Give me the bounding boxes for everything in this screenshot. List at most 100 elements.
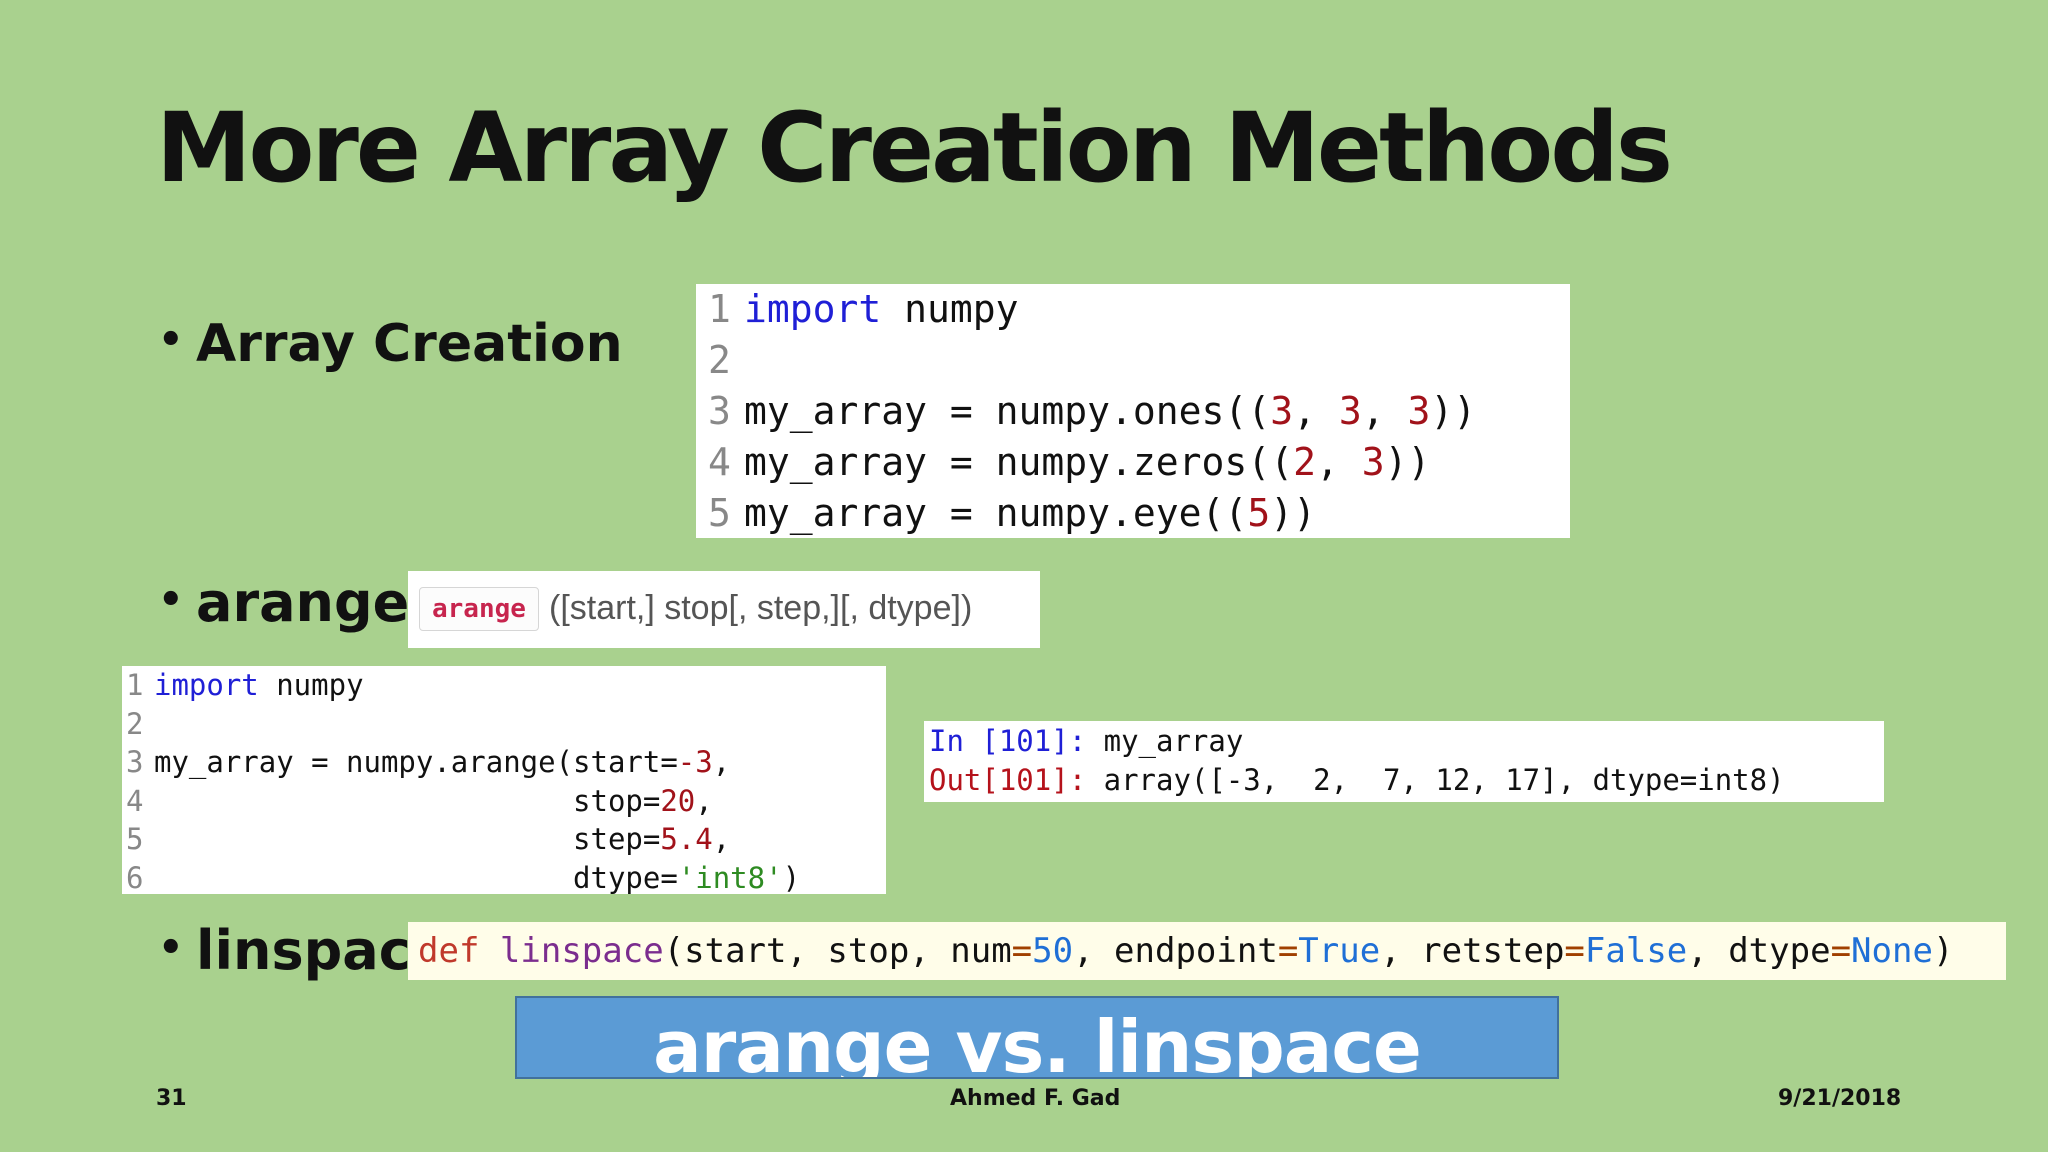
- code-token: =: [1564, 931, 1585, 971]
- bullet-dot: •: [158, 317, 184, 363]
- line-number: 2: [126, 706, 144, 741]
- code-token: my_array = numpy.zeros((: [744, 440, 1294, 484]
- code-line: In [101]: my_array: [924, 722, 1884, 761]
- code-token: 'int8': [677, 860, 783, 895]
- code-line: 4 my_array = numpy.zeros((2, 3)): [696, 437, 1570, 488]
- code-token: numpy: [258, 668, 364, 702]
- slide-number: 31: [156, 1086, 187, 1111]
- code-token: 3: [1361, 440, 1385, 484]
- code-line: 5 my_array = numpy.eye((5)): [696, 488, 1570, 539]
- footer-author: Ahmed F. Gad: [950, 1086, 1121, 1111]
- code-token: my_array: [1103, 724, 1244, 758]
- code-token: ): [1932, 931, 1954, 971]
- banner-text: arange vs. linspace: [653, 1005, 1422, 1079]
- code-token: )): [1270, 491, 1316, 535]
- code-block-array-creation: 1 import numpy 2 3 my_array = numpy.ones((3,…: [696, 284, 1570, 538]
- bullet-dot: •: [158, 925, 184, 971]
- bullet-label: arange: [196, 571, 410, 634]
- line-number: 2: [708, 338, 731, 382]
- code-line: 3 my_array = numpy.arange(start=-3,: [122, 743, 886, 782]
- code-token: False: [1584, 931, 1688, 971]
- line-number: 1: [126, 668, 144, 702]
- code-token: my_array = numpy.ones((: [744, 389, 1271, 433]
- arange-params: ([start,] stop[, step,][, dtype]): [549, 589, 973, 627]
- code-token: =: [1277, 931, 1299, 971]
- code-token: ,: [712, 822, 731, 856]
- code-line: 5 step=5.4,: [122, 820, 886, 859]
- code-token: , retstep: [1380, 931, 1565, 971]
- code-token: 5.4: [660, 822, 713, 856]
- line-number: 3: [708, 389, 731, 433]
- code-token: my_array = numpy.eye((: [744, 491, 1248, 535]
- arange-signature: arange ([start,] stop[, step,][, dtype]): [408, 571, 1040, 648]
- code-line: 6 dtype='int8'): [122, 859, 886, 898]
- code-token: -3: [677, 745, 713, 779]
- code-token: 2: [1293, 440, 1316, 484]
- code-token: ,: [1361, 389, 1408, 433]
- code-token: linspace: [499, 931, 664, 971]
- arange-function-name: arange: [419, 587, 539, 631]
- code-token: dtype=: [154, 860, 678, 895]
- code-token: numpy: [881, 287, 1019, 331]
- code-token: None: [1851, 931, 1933, 971]
- code-token: 20: [660, 783, 696, 818]
- code-token: ): [782, 860, 801, 895]
- code-token: def: [418, 931, 480, 971]
- comparison-banner: arange vs. linspace: [515, 996, 1559, 1079]
- code-token: step=: [154, 822, 661, 856]
- slide-title: More Array Creation Methods: [156, 92, 1673, 204]
- console-output: In [101]: my_array Out[101]: array([-3, 2…: [924, 721, 1884, 802]
- code-token: True: [1298, 931, 1381, 971]
- code-token: 3: [1407, 389, 1431, 433]
- line-number: 5: [708, 491, 731, 535]
- code-token: )): [1430, 389, 1477, 433]
- code-token: 3: [1270, 389, 1294, 433]
- bullet-arange: • arange: [158, 576, 409, 630]
- code-token: my_array = numpy.arange(start=: [154, 745, 678, 779]
- code-token: ,: [712, 745, 731, 779]
- code-line: 1 import numpy: [696, 284, 1570, 335]
- line-number: 5: [126, 822, 144, 856]
- code-line: 1 import numpy: [122, 666, 886, 705]
- code-line: Out[101]: array([-3, 2, 7, 12, 17], dtyp…: [924, 761, 1884, 800]
- code-token: (start, stop, num: [663, 931, 1012, 971]
- code-block-arange: 1 import numpy 2 3 my_array = numpy.arange(s…: [122, 666, 886, 895]
- linspace-signature: def linspace(start, stop, num=50, endpoi…: [408, 922, 2006, 980]
- code-token: array([-3, 2, 7, 12, 17], dtype=int8): [1103, 763, 1785, 797]
- code-token: Out[: [929, 763, 999, 797]
- code-line: 4 stop=20,: [122, 782, 886, 821]
- code-token: 50: [1032, 931, 1074, 971]
- code-line: 2: [122, 705, 886, 744]
- code-token: 3: [1338, 389, 1362, 433]
- code-token: ,: [1293, 389, 1339, 433]
- code-token: )): [1384, 440, 1431, 484]
- line-number: 1: [708, 287, 731, 331]
- code-token: ,: [1315, 440, 1362, 484]
- code-token: , endpoint: [1073, 931, 1278, 971]
- code-token: ,: [695, 783, 713, 818]
- line-number: 4: [126, 783, 144, 818]
- bullet-dot: •: [158, 577, 184, 623]
- code-token: 101: [998, 724, 1052, 758]
- code-token: 101: [998, 763, 1052, 797]
- bullet-label: Array Creation: [196, 314, 623, 374]
- code-token: , dtype: [1687, 931, 1831, 971]
- code-token: import: [154, 668, 259, 702]
- code-token: import: [744, 287, 882, 331]
- code-line: 3 my_array = numpy.ones((3, 3, 3)): [696, 386, 1570, 437]
- code-token: =: [1830, 931, 1852, 971]
- line-number: 6: [126, 860, 144, 895]
- code-token: =: [1011, 931, 1033, 971]
- code-token: ]:: [1051, 763, 1104, 797]
- line-number: 4: [708, 440, 731, 484]
- line-number: 3: [126, 745, 144, 779]
- bullet-array-creation: • Array Creation: [158, 318, 623, 370]
- code-token: 5: [1247, 491, 1271, 535]
- bullet-linspace: • linspace: [158, 924, 447, 978]
- footer-date: 9/21/2018: [1778, 1086, 1902, 1111]
- code-token: ]:: [1051, 724, 1104, 758]
- code-line: 2: [696, 335, 1570, 386]
- code-token: stop=: [154, 783, 661, 818]
- code-token: In [: [929, 724, 999, 758]
